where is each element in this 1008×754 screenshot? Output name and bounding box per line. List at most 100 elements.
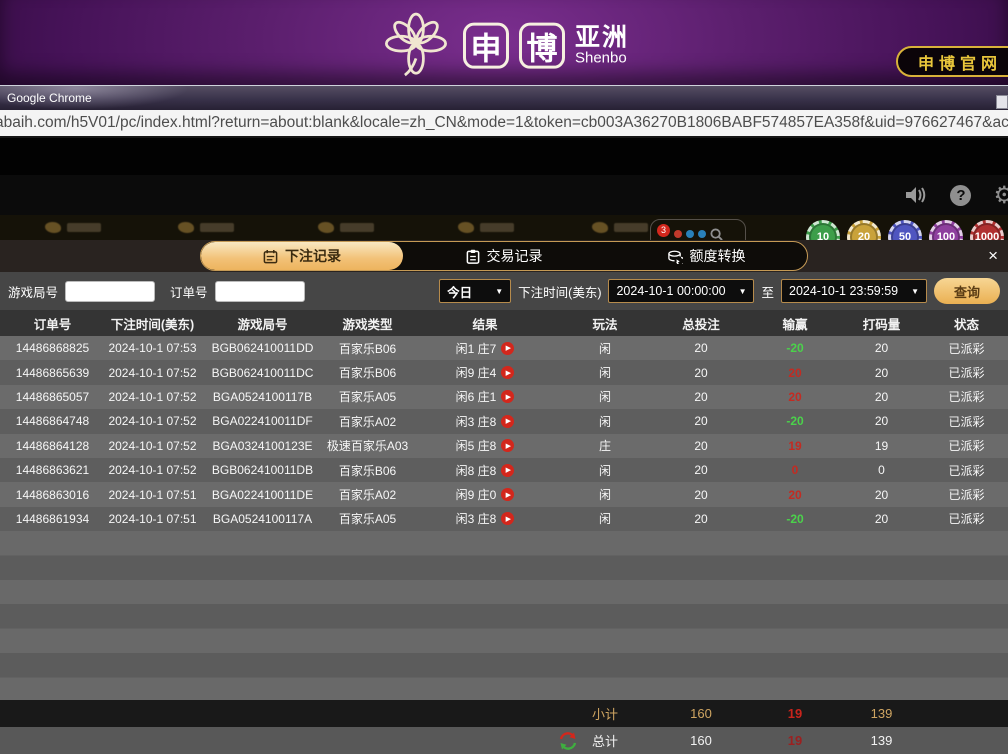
cell-play-type: 闲 [560,360,650,384]
table-row[interactable]: 14486861934 2024-10-1 07:51 BGA052410011… [0,507,1008,531]
result-text: 闲9 庄0 [456,486,497,503]
play-icon[interactable]: ▶ [501,366,514,379]
nav-item-icon [318,222,334,233]
cell-bet-time: 2024-10-1 07:52 [105,434,200,458]
cell-bet-time: 2024-10-1 07:52 [105,409,200,433]
column-header: 输赢 [752,310,838,336]
cell-game-type: 极速百家乐A03 [325,434,410,458]
logo-region-text: 亚洲 [575,25,629,51]
cell-order-id: 14486868825 [0,336,105,360]
cell-bet-time: 2024-10-1 07:52 [105,360,200,384]
play-icon[interactable]: ▶ [501,439,514,452]
official-site-button[interactable]: 申博官网 [896,46,1008,77]
tab-credit-transfer[interactable]: 额度转换 [605,242,807,270]
order-id-input[interactable] [215,281,305,302]
notice-cluster[interactable]: 3 [650,219,746,240]
cell-bet-time: 2024-10-1 07:51 [105,482,200,506]
table-row[interactable]: 14486864748 2024-10-1 07:52 BGA022410011… [0,409,1008,433]
column-header: 打码量 [838,310,925,336]
bet-chip[interactable]: 1000 [970,220,1004,240]
search-button[interactable]: 查询 [934,278,1000,304]
play-icon[interactable]: ▶ [501,342,514,355]
cell-turnover: 20 [838,507,925,531]
column-header: 玩法 [560,310,650,336]
end-time-select[interactable]: 2024-10-1 23:59:59 ▼ [781,279,927,303]
cell-play-type: 闲 [560,336,650,360]
cell-play-type: 闲 [560,385,650,409]
nav-menu-item[interactable] [592,222,648,233]
cell-round-id: BGA0524100117B [200,385,325,409]
clipboard-icon [466,249,480,264]
cell-status: 已派彩 [925,482,1008,506]
close-icon[interactable]: × [988,247,998,264]
bet-chip[interactable]: 20 [847,220,881,240]
cell-result: 闲8 庄8 ▶ [410,458,560,482]
subtotal-row: 小计 160 19 139 [0,700,1008,727]
column-header: 游戏局号 [200,310,325,336]
bet-records-modal: 下注记录 交易记录 [0,240,1008,754]
play-icon[interactable]: ▶ [501,390,514,403]
cell-game-type: 百家乐A02 [325,482,410,506]
cell-total-bet: 20 [650,434,752,458]
play-icon[interactable]: ▶ [501,415,514,428]
tab-transaction-records[interactable]: 交易记录 [403,242,605,270]
window-control-button[interactable] [996,95,1008,109]
total-row: 总计 160 19 139 [0,727,1008,754]
date-range-select[interactable]: 今日 ▼ [439,279,511,303]
total-total-bet: 160 [650,727,752,754]
start-time-select[interactable]: 2024-10-1 00:00:00 ▼ [608,279,754,303]
volume-icon[interactable] [904,185,928,205]
table-row[interactable]: 14486863621 2024-10-1 07:52 BGB062410011… [0,458,1008,482]
refresh-icon[interactable] [558,731,578,751]
table-row[interactable]: 14486865057 2024-10-1 07:52 BGA052410011… [0,385,1008,409]
table-row[interactable]: 14486865639 2024-10-1 07:52 BGB062410011… [0,360,1008,384]
cell-result: 闲9 庄0 ▶ [410,482,560,506]
tab-group: 下注记录 交易记录 [200,241,808,271]
nav-menu-item[interactable] [178,222,234,233]
cell-turnover: 20 [838,385,925,409]
bet-chip[interactable]: 10 [806,220,840,240]
browser-window-title: Google Chrome [0,86,1008,111]
search-icon[interactable] [710,228,723,241]
table-row[interactable]: 14486863016 2024-10-1 07:51 BGA022410011… [0,482,1008,506]
table-row[interactable]: 14486864128 2024-10-1 07:52 BGA032410012… [0,434,1008,458]
result-text: 闲8 庄8 [456,462,497,479]
cell-play-type: 闲 [560,458,650,482]
date-range-value: 今日 [447,282,472,301]
tab-label: 交易记录 [487,246,543,266]
to-label: 至 [761,282,774,301]
cell-total-bet: 20 [650,336,752,360]
nav-menu-item[interactable] [45,222,101,233]
help-icon[interactable]: ? [950,185,971,206]
cell-result: 闲5 庄8 ▶ [410,434,560,458]
game-round-label: 游戏局号 [8,282,58,301]
bet-chip[interactable]: 50 [888,220,922,240]
cell-turnover: 20 [838,482,925,506]
cell-win-loss: -20 [752,507,838,531]
column-header: 游戏类型 [325,310,410,336]
modal-tab-bar: 下注记录 交易记录 [0,240,1008,272]
cell-play-type: 庄 [560,434,650,458]
subtotal-total-bet: 160 [650,700,752,727]
cell-order-id: 14486864748 [0,409,105,433]
play-icon[interactable]: ▶ [501,488,514,501]
bet-chip[interactable]: 100 [929,220,963,240]
cell-bet-time: 2024-10-1 07:52 [105,385,200,409]
chevron-down-icon: ▼ [739,287,747,296]
cell-win-loss: -20 [752,336,838,360]
nav-item-icon [178,222,194,233]
play-icon[interactable]: ▶ [501,464,514,477]
nav-menu-item[interactable] [458,222,514,233]
cell-order-id: 14486864128 [0,434,105,458]
cell-result: 闲3 庄8 ▶ [410,507,560,531]
logo-char-bo: 博 [519,23,565,69]
settings-gear-icon[interactable]: ⚙ [993,181,1008,210]
table-row[interactable]: 14486868825 2024-10-1 07:53 BGB062410011… [0,336,1008,360]
result-text: 闲3 庄8 [456,510,497,527]
nav-menu-item[interactable] [318,222,374,233]
play-icon[interactable]: ▶ [501,512,514,525]
indicator-dot [674,230,682,238]
browser-url-bar[interactable]: abaih.com/h5V01/pc/index.html?return=abo… [0,110,1008,138]
game-round-input[interactable] [65,281,155,302]
tab-bet-records[interactable]: 下注记录 [201,242,403,270]
